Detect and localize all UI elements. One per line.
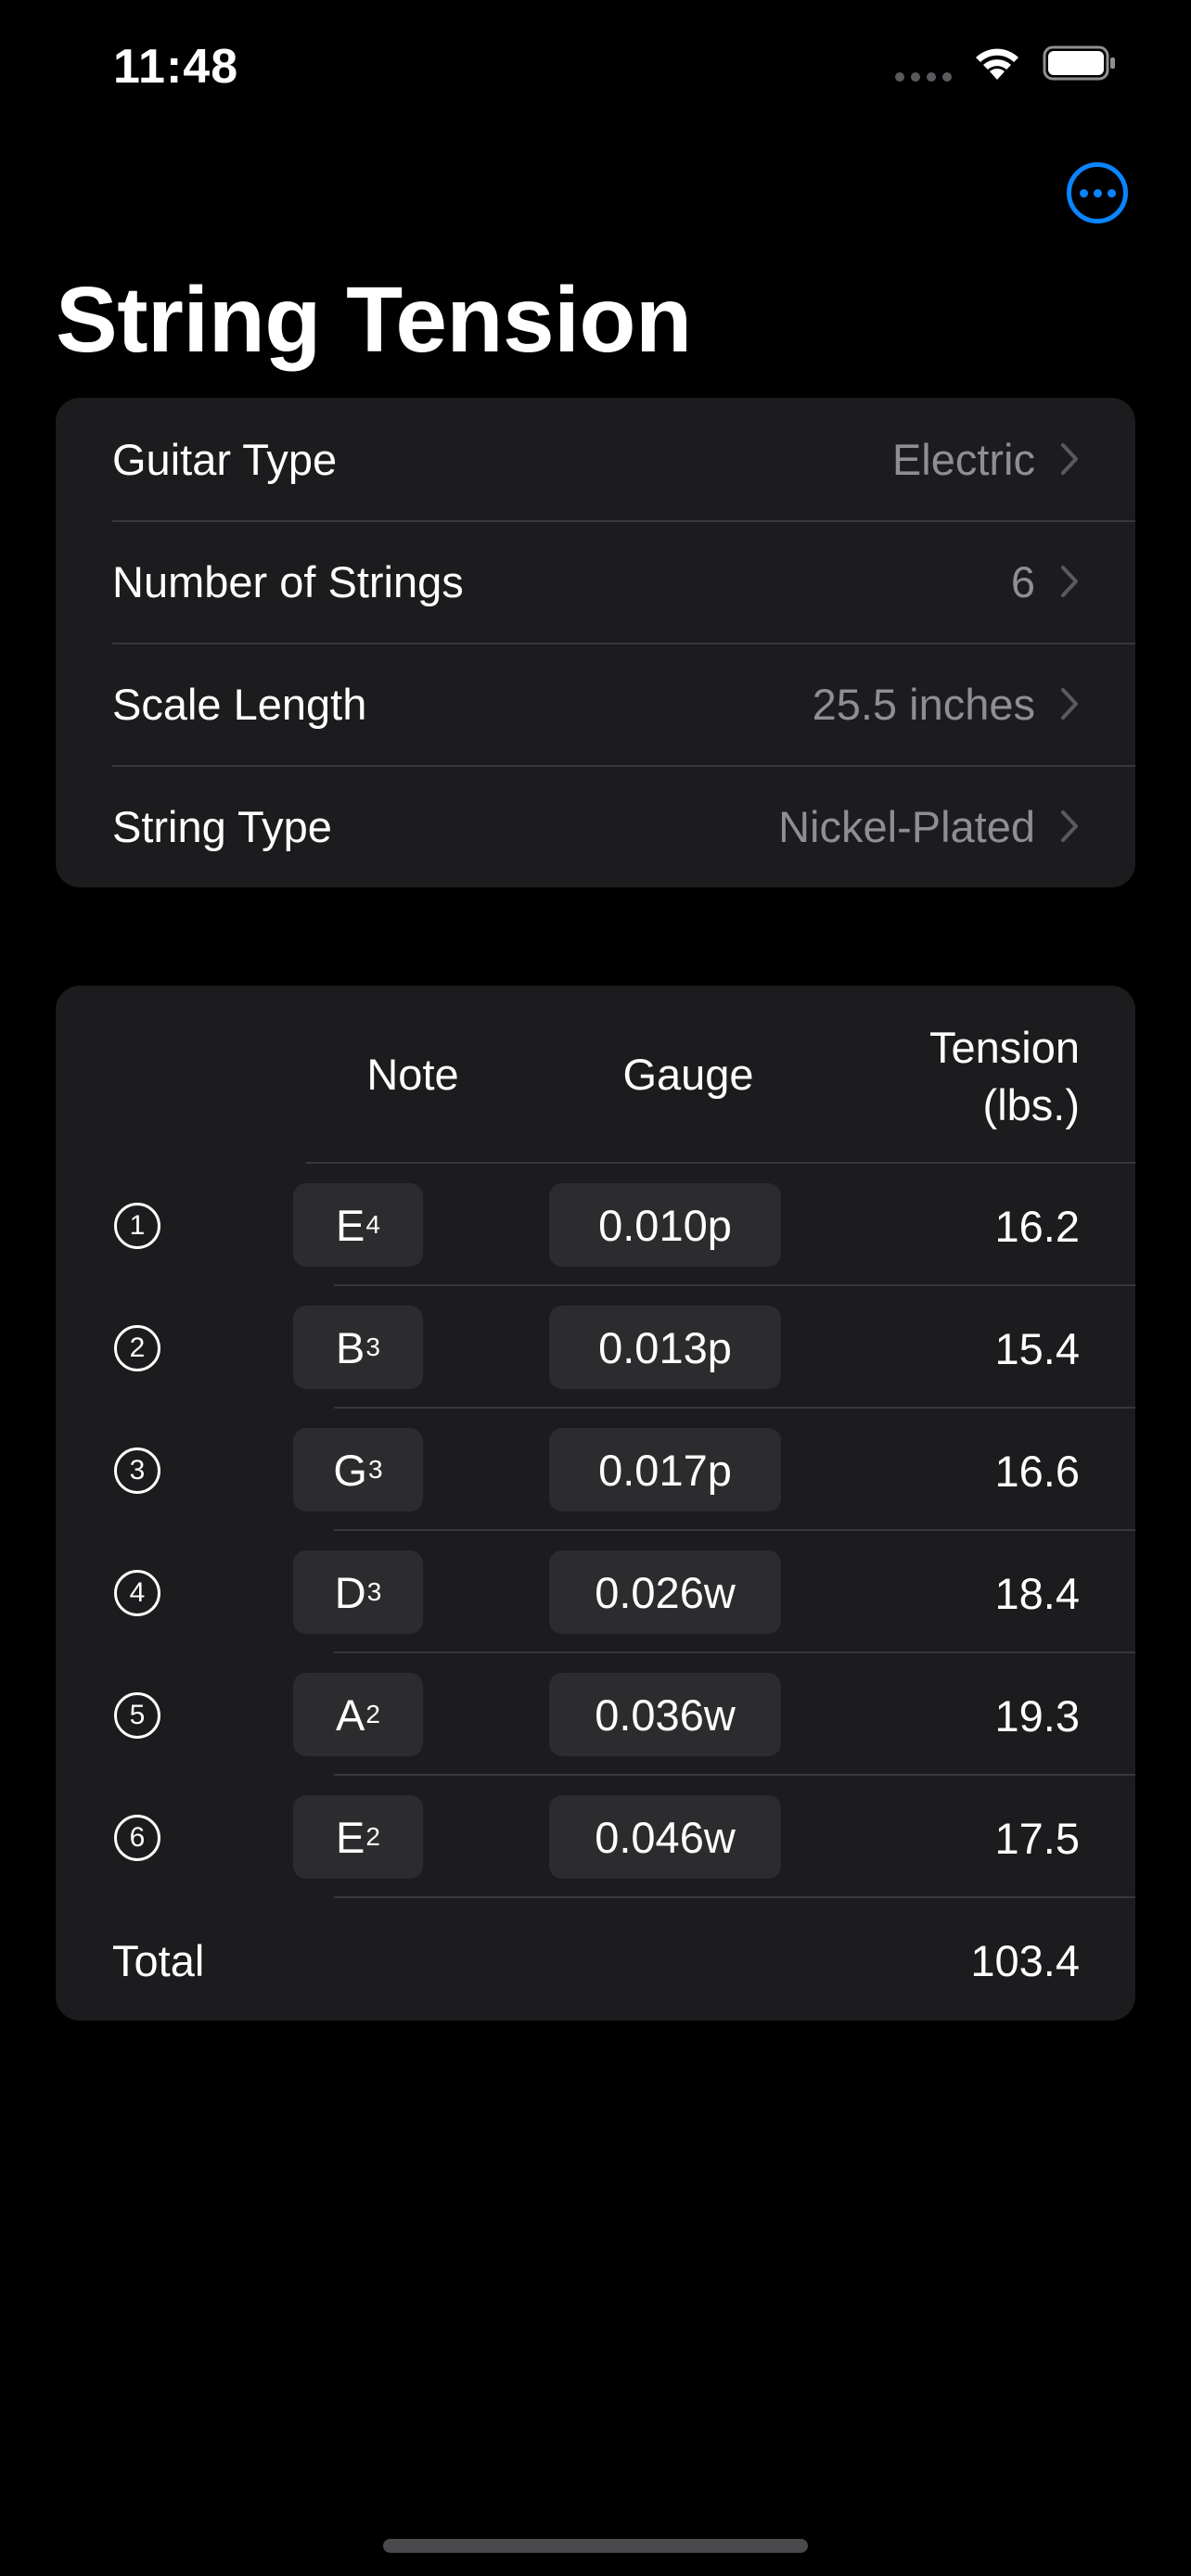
note-name: B	[336, 1322, 365, 1372]
note-button[interactable]: G3	[293, 1428, 423, 1511]
status-time: 11:48	[113, 40, 239, 94]
wifi-icon	[972, 45, 1022, 82]
setting-row-number-of-strings[interactable]: Number of Strings 6	[56, 520, 1135, 643]
page-title: String Tension	[56, 268, 692, 372]
setting-label: Scale Length	[112, 679, 367, 729]
tension-value: 16.2	[994, 1202, 1080, 1251]
note-name: E	[336, 1812, 365, 1862]
note-name: D	[334, 1567, 366, 1617]
home-indicator[interactable]	[383, 2539, 808, 2553]
setting-row-guitar-type[interactable]: Guitar Type Electric	[56, 398, 1135, 520]
header-gauge: Gauge	[622, 1050, 754, 1099]
table-header: Note Gauge Tension (lbs.)	[56, 986, 1135, 1164]
setting-label: Guitar Type	[112, 434, 338, 484]
note-name: E	[336, 1200, 365, 1250]
setting-row-scale-length[interactable]: Scale Length 25.5 inches	[56, 643, 1135, 765]
note-button[interactable]: A2	[293, 1673, 423, 1756]
status-icons	[895, 45, 1117, 82]
gauge-button[interactable]: 0.046w	[549, 1795, 781, 1879]
tension-value: 19.3	[994, 1691, 1080, 1741]
table-row: 5 A2 0.036w 19.3	[56, 1653, 1135, 1776]
chevron-right-icon	[1061, 810, 1078, 842]
settings-group: Guitar Type Electric Number of Strings 6…	[56, 398, 1135, 887]
battery-icon	[1043, 45, 1117, 81]
setting-value: 6	[1010, 556, 1035, 606]
note-octave: 3	[366, 1577, 382, 1606]
total-value: 103.4	[970, 1936, 1080, 1985]
header-tension-unit: (lbs.)	[982, 1080, 1080, 1129]
total-label: Total	[112, 1936, 205, 1985]
gauge-button[interactable]: 0.013p	[549, 1306, 781, 1389]
note-octave: 4	[365, 1210, 380, 1239]
header-tension-line1: Tension	[929, 1023, 1080, 1072]
chevron-right-icon	[1061, 443, 1078, 475]
setting-value: Electric	[891, 434, 1035, 484]
note-button[interactable]: E4	[293, 1183, 423, 1267]
chevron-right-icon	[1061, 688, 1078, 720]
setting-label: String Type	[112, 801, 332, 851]
setting-label: Number of Strings	[112, 556, 464, 606]
tension-value: 17.5	[994, 1814, 1080, 1863]
setting-row-string-type[interactable]: String Type Nickel-Plated	[56, 765, 1135, 887]
string-number-icon: 1	[114, 1203, 160, 1249]
tension-value: 15.4	[994, 1324, 1080, 1373]
tension-value: 16.6	[994, 1447, 1080, 1496]
screen: 11:48 String Tension Guitar Type Electri…	[0, 0, 1191, 2576]
string-number-icon: 6	[114, 1815, 160, 1861]
total-row: Total 103.4	[56, 1898, 1135, 2021]
note-button[interactable]: E2	[293, 1795, 423, 1879]
tension-value: 18.4	[994, 1569, 1080, 1618]
gauge-button[interactable]: 0.036w	[549, 1673, 781, 1756]
table-row: 3 G3 0.017p 16.6	[56, 1409, 1135, 1531]
setting-value: Nickel-Plated	[778, 801, 1035, 851]
note-name: G	[333, 1445, 367, 1495]
header-note: Note	[366, 1050, 459, 1099]
note-button[interactable]: B3	[293, 1306, 423, 1389]
string-number-icon: 2	[114, 1325, 160, 1371]
note-octave: 2	[365, 1822, 380, 1851]
table-row: 2 B3 0.013p 15.4	[56, 1286, 1135, 1409]
table-row: 4 D3 0.026w 18.4	[56, 1531, 1135, 1653]
ellipsis-icon	[1079, 188, 1088, 198]
header-tension: Tension (lbs.)	[876, 1019, 1080, 1134]
more-options-button[interactable]	[1067, 162, 1128, 223]
gauge-button[interactable]: 0.010p	[549, 1183, 781, 1267]
gauge-button[interactable]: 0.017p	[549, 1428, 781, 1511]
string-number-icon: 5	[114, 1692, 160, 1739]
note-octave: 3	[367, 1455, 383, 1484]
strings-table: Note Gauge Tension (lbs.) 1 E4 0.010p 16…	[56, 986, 1135, 2021]
note-name: A	[336, 1690, 365, 1740]
string-number-icon: 4	[114, 1570, 160, 1616]
note-octave: 2	[365, 1700, 380, 1728]
gauge-button[interactable]: 0.026w	[549, 1550, 781, 1634]
setting-value: 25.5 inches	[812, 679, 1035, 729]
table-row: 1 E4 0.010p 16.2	[56, 1164, 1135, 1286]
note-button[interactable]: D3	[293, 1550, 423, 1634]
chevron-right-icon	[1061, 566, 1078, 597]
table-row: 6 E2 0.046w 17.5	[56, 1776, 1135, 1898]
string-number-icon: 3	[114, 1447, 160, 1494]
note-octave: 3	[365, 1333, 380, 1361]
cellular-signal-icon	[895, 72, 952, 82]
